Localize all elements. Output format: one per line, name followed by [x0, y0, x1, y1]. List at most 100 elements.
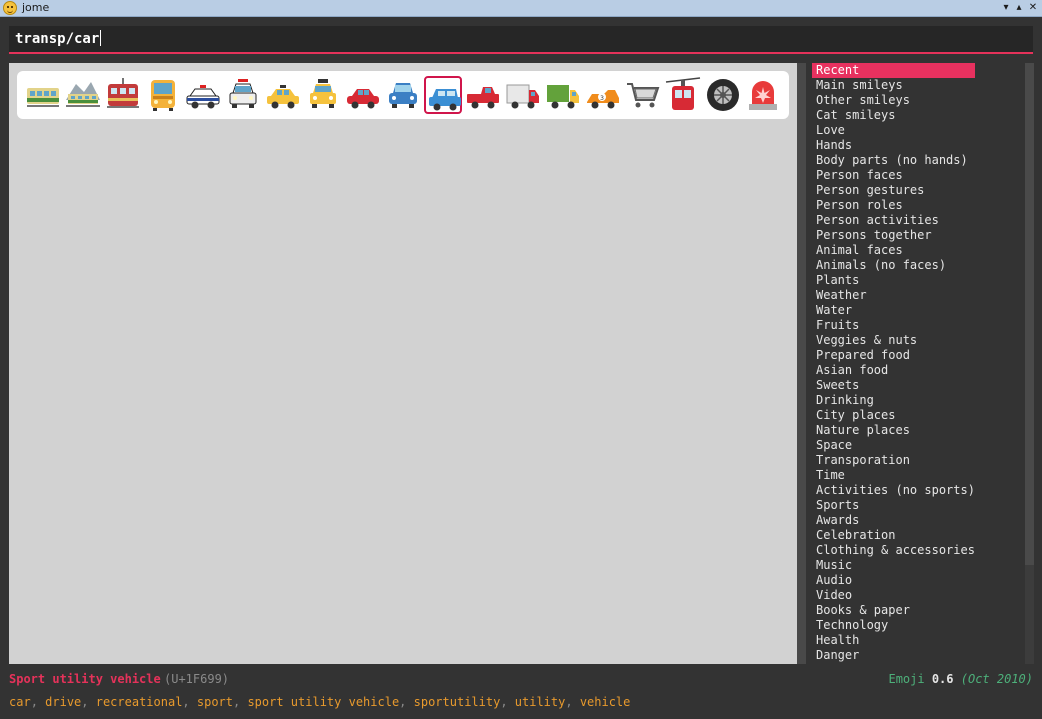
category-item[interactable]: Weather [812, 288, 975, 303]
category-item[interactable]: Animals (no faces) [812, 258, 975, 273]
emoji-taxi[interactable] [264, 76, 302, 114]
category-item[interactable]: Person activities [812, 213, 975, 228]
emoji-automobile[interactable] [344, 76, 382, 114]
automobile-icon [347, 89, 379, 109]
category-item[interactable]: Fruits [812, 318, 975, 333]
police-car-icon [186, 85, 220, 109]
version-label: Emoji [888, 672, 925, 686]
category-items: Recent Main smileys Other smileys Cat smile… [812, 63, 975, 663]
category-list: Recent Main smileys Other smileys Cat smile… [812, 63, 1025, 664]
keyword-separator: , [399, 695, 414, 709]
selected-emoji-name: Sport utility vehicle [9, 672, 161, 686]
category-item[interactable]: Persons together [812, 228, 975, 243]
category-item[interactable]: Nature places [812, 423, 975, 438]
category-item[interactable]: Music [812, 558, 975, 573]
racing-car-icon: 3 [587, 90, 619, 109]
category-item[interactable]: Space [812, 438, 975, 453]
emoji-shopping-cart[interactable] [624, 76, 662, 114]
category-scrollbar[interactable] [1025, 63, 1034, 664]
bus-icon [151, 80, 175, 111]
emoji-police-car[interactable] [184, 76, 222, 114]
emoji-oncoming-taxi[interactable] [304, 76, 342, 114]
category-item[interactable]: Plants [812, 273, 975, 288]
pickup-truck-icon [467, 87, 499, 109]
category-item[interactable]: Prepared food [812, 348, 975, 363]
emoji-version: Emoji 0.6 (Oct 2010) [888, 672, 1033, 686]
category-item[interactable]: Technology [812, 618, 975, 633]
maximize-button[interactable]: ▴ [1012, 1, 1026, 15]
minimize-button[interactable]: ▾ [999, 1, 1013, 15]
emoji-grid: 3 [9, 63, 797, 664]
keyword-separator: , [182, 695, 197, 709]
emoji-articulated-lorry[interactable] [544, 76, 582, 114]
svg-text:3: 3 [600, 95, 604, 102]
emoji-row: 3 [17, 71, 789, 119]
category-item[interactable]: Sweets [812, 378, 975, 393]
category-item[interactable]: Video [812, 588, 975, 603]
keyword-separator: , [30, 695, 46, 709]
category-item[interactable]: Awards [812, 513, 975, 528]
window-title: jome [22, 1, 50, 14]
version-number: 0.6 [931, 672, 954, 686]
category-item[interactable]: Other smileys [812, 93, 975, 108]
keyword: car [9, 695, 31, 709]
category-item[interactable]: Main smileys [812, 78, 975, 93]
category-item[interactable]: Person faces [812, 168, 975, 183]
category-item[interactable]: Water [812, 303, 975, 318]
category-item[interactable]: Body parts (no hands) [812, 153, 975, 168]
emoji-police-car-light[interactable] [744, 76, 782, 114]
category-item[interactable]: Clothing & accessories [812, 543, 975, 558]
category-item[interactable]: Asian food [812, 363, 975, 378]
category-item[interactable]: Time [812, 468, 975, 483]
police-car-light-icon [749, 81, 777, 110]
emoji-grid-scrollbar[interactable] [797, 63, 806, 664]
close-button[interactable]: ✕ [1026, 1, 1040, 15]
category-item[interactable]: Person roles [812, 198, 975, 213]
category-item[interactable]: Danger [812, 648, 975, 663]
emoji-sport-utility-vehicle[interactable] [424, 76, 462, 114]
emoji-tram-car[interactable] [104, 76, 142, 114]
version-date: (Oct 2010) [960, 672, 1033, 686]
category-scrollbar-thumb[interactable] [1025, 63, 1034, 565]
category-item[interactable]: Sports [812, 498, 975, 513]
keyword-list: car, drive, recreational, sport, sport u… [9, 695, 630, 709]
oncoming-taxi-icon [310, 79, 336, 108]
emoji-delivery-truck[interactable] [504, 76, 542, 114]
keyword-separator: , [81, 695, 96, 709]
emoji-railway-car[interactable] [24, 76, 62, 114]
emoji-aerial-tramway[interactable] [664, 76, 702, 114]
shopping-cart-icon [627, 83, 660, 108]
category-item[interactable]: Books & paper [812, 603, 975, 618]
keyword: sportutility [413, 695, 501, 709]
oncoming-automobile-icon [389, 83, 417, 108]
emoji-wheel[interactable] [704, 76, 742, 114]
search-bar[interactable]: transp/car [9, 26, 1033, 54]
search-input[interactable]: transp/car [15, 29, 102, 49]
category-item[interactable]: Veggies & nuts [812, 333, 975, 348]
category-item[interactable]: Person gestures [812, 183, 975, 198]
category-item[interactable]: Health [812, 633, 975, 648]
emoji-bus[interactable] [144, 76, 182, 114]
category-item[interactable]: Audio [812, 573, 975, 588]
category-item[interactable]: Love [812, 123, 975, 138]
keyword: vehicle [579, 695, 631, 709]
emoji-oncoming-automobile[interactable] [384, 76, 422, 114]
category-item[interactable]: Hands [812, 138, 975, 153]
emoji-pickup-truck[interactable] [464, 76, 502, 114]
keyword: recreational [95, 695, 183, 709]
emoji-oncoming-police-car[interactable] [224, 76, 262, 114]
emoji-racing-car[interactable]: 3 [584, 76, 622, 114]
category-item[interactable]: Animal faces [812, 243, 975, 258]
category-item[interactable]: Cat smileys [812, 108, 975, 123]
tram-car-icon [107, 78, 139, 108]
category-item[interactable]: Activities (no sports) [812, 483, 975, 498]
emoji-mountain-railway[interactable] [64, 76, 102, 114]
articulated-lorry-icon [547, 85, 579, 109]
category-item[interactable]: Transporation [812, 453, 975, 468]
keyword: utility [514, 695, 566, 709]
category-item[interactable]: Celebration [812, 528, 975, 543]
category-item[interactable]: Drinking [812, 393, 975, 408]
category-item[interactable]: City places [812, 408, 975, 423]
keyword: sport [196, 695, 233, 709]
category-item[interactable]: Recent [812, 63, 975, 78]
